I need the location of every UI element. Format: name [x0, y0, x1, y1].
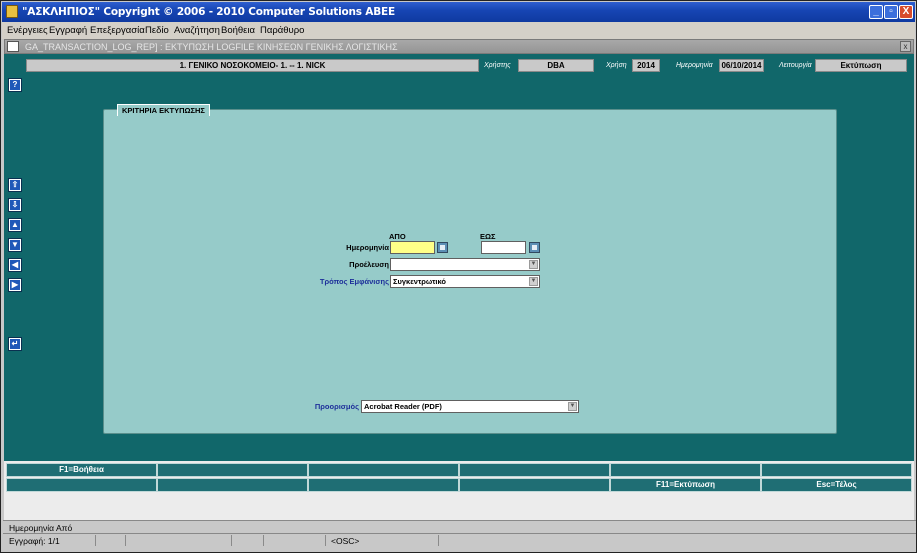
- destination-value: Acrobat Reader (PDF): [364, 402, 442, 411]
- fkey-r1-5[interactable]: [610, 463, 761, 477]
- status-divider: [438, 535, 439, 546]
- menu-record[interactable]: Εγγραφή: [49, 25, 87, 36]
- return-icon: ↵: [10, 339, 20, 349]
- form-title: GA_TRANSACTION_LOG_REP] : ΕΚΤΥΠΩΣΗ LOGFI…: [25, 42, 398, 52]
- status-divider: [231, 535, 232, 546]
- form-canvas: 1. ΓΕΝΙΚΟ ΝΟΣΟΚΟΜΕΙΟ- 1. -- 1. NICK Χρήσ…: [4, 54, 914, 461]
- f1-help-button[interactable]: F1=Βοήθεια: [6, 463, 157, 477]
- restore-button[interactable]: ▫: [884, 5, 898, 19]
- hint-line: Ημερομηνία Από: [3, 520, 916, 533]
- fkey-r1-6[interactable]: [761, 463, 912, 477]
- calendar-to-icon[interactable]: [529, 242, 540, 253]
- status-divider: [125, 535, 126, 546]
- menu-bar: Ενέργειες Εγγραφή Επεξεργασία Πεδίο Αναζ…: [2, 22, 915, 39]
- print-criteria-panel: ΚΡΙΤΗΡΙΑ ΕΚΤΥΠΩΣΗΣ ΑΠΟ ΕΩΣ Ημερομηνία Πρ…: [103, 104, 837, 434]
- date-to-input[interactable]: [481, 241, 526, 254]
- title-bar: "ΑΣΚΛΗΠΙΟΣ" Copyright © 2006 - 2010 Comp…: [2, 2, 915, 22]
- user-label: Χρήστης: [484, 62, 511, 69]
- chevron-down-icon[interactable]: ▼: [568, 402, 577, 411]
- destination-label: Προορισμός: [314, 402, 359, 411]
- back-button[interactable]: ↵: [8, 337, 22, 351]
- application-window: "ΑΣΚΛΗΠΙΟΣ" Copyright © 2006 - 2010 Comp…: [0, 0, 917, 553]
- mode-field: Εκτύπωση: [815, 59, 907, 72]
- user-field: DBA: [518, 59, 594, 72]
- osc-indicator: <OSC>: [331, 536, 360, 546]
- next-block-button[interactable]: ▶: [8, 278, 22, 292]
- display-mode-label: Τρόπος Εμφάνισης: [319, 277, 389, 286]
- first-record-button[interactable]: ⇧: [8, 178, 22, 192]
- menu-field[interactable]: Πεδίο: [145, 25, 169, 36]
- chevron-down-icon[interactable]: ▼: [529, 260, 538, 269]
- date-field: 06/10/2014: [719, 59, 764, 72]
- origin-label: Προέλευση: [349, 260, 389, 269]
- year-field: 2014: [632, 59, 660, 72]
- arrow-up-icon: ▲: [10, 220, 20, 230]
- app-icon: [6, 5, 18, 18]
- help-button[interactable]: ?: [8, 78, 22, 92]
- origin-select[interactable]: ▼: [390, 258, 540, 271]
- menu-search[interactable]: Αναζήτηση: [174, 25, 220, 36]
- panel-tab: ΚΡΙΤΗΡΙΑ ΕΚΤΥΠΩΣΗΣ: [117, 104, 210, 116]
- status-divider: [263, 535, 264, 546]
- fkey-r2-1[interactable]: [6, 478, 157, 492]
- field-hint: Ημερομηνία Από: [9, 523, 73, 533]
- close-button[interactable]: X: [899, 5, 913, 19]
- previous-record-button[interactable]: ▲: [8, 218, 22, 232]
- chevron-down-icon[interactable]: ▼: [529, 277, 538, 286]
- record-counter: Εγγραφή: 1/1: [9, 536, 60, 546]
- menu-window[interactable]: Παράθυρο: [260, 25, 304, 36]
- minimize-button[interactable]: _: [869, 5, 883, 19]
- last-record-icon: ⇩: [10, 200, 20, 210]
- arrow-left-icon: ◀: [10, 260, 20, 270]
- form-title-bar: GA_TRANSACTION_LOG_REP] : ΕΚΤΥΠΩΣΗ LOGFI…: [4, 39, 914, 54]
- display-mode-select[interactable]: Συγκεντρωτικό ▼: [390, 275, 540, 288]
- display-mode-value: Συγκεντρωτικό: [393, 277, 447, 286]
- menu-actions[interactable]: Ενέργειες: [7, 25, 48, 36]
- fkey-r1-2[interactable]: [157, 463, 308, 477]
- previous-block-button[interactable]: ◀: [8, 258, 22, 272]
- date-from-input[interactable]: [390, 241, 435, 254]
- fkey-r1-4[interactable]: [459, 463, 610, 477]
- arrow-right-icon: ▶: [10, 280, 20, 290]
- next-record-button[interactable]: ▼: [8, 238, 22, 252]
- fkey-r1-3[interactable]: [308, 463, 459, 477]
- fkey-r2-3[interactable]: [308, 478, 459, 492]
- menu-edit[interactable]: Επεξεργασία: [90, 25, 145, 36]
- from-header: ΑΠΟ: [389, 232, 406, 241]
- status-divider: [95, 535, 96, 546]
- calendar-from-icon[interactable]: [437, 242, 448, 253]
- function-key-bar: F1=Βοήθεια F11=Εκτύπωση Esc=Τέλος: [4, 461, 914, 521]
- menu-help[interactable]: Βοήθεια: [221, 25, 255, 36]
- mode-label: Λειτουργία: [779, 62, 812, 69]
- fkey-r2-2[interactable]: [157, 478, 308, 492]
- date-label: Ημερομηνία: [676, 62, 713, 69]
- year-label: Χρήση: [606, 62, 627, 69]
- to-header: ΕΩΣ: [480, 232, 496, 241]
- form-icon: [7, 41, 19, 52]
- destination-select[interactable]: Acrobat Reader (PDF) ▼: [361, 400, 579, 413]
- status-bar: Εγγραφή: 1/1 <OSC>: [3, 533, 916, 547]
- status-divider: [325, 535, 326, 546]
- first-record-icon: ⇧: [10, 180, 20, 190]
- esc-exit-button[interactable]: Esc=Τέλος: [761, 478, 912, 492]
- last-record-button[interactable]: ⇩: [8, 198, 22, 212]
- hospital-field: 1. ΓΕΝΙΚΟ ΝΟΣΟΚΟΜΕΙΟ- 1. -- 1. NICK: [26, 59, 479, 72]
- arrow-down-icon: ▼: [10, 240, 20, 250]
- form-close-button[interactable]: x: [900, 41, 911, 52]
- help-icon: ?: [10, 80, 20, 90]
- date-label: Ημερομηνία: [346, 243, 389, 252]
- f11-print-button[interactable]: F11=Εκτύπωση: [610, 478, 761, 492]
- window-title: "ΑΣΚΛΗΠΙΟΣ" Copyright © 2006 - 2010 Comp…: [22, 6, 395, 18]
- fkey-r2-4[interactable]: [459, 478, 610, 492]
